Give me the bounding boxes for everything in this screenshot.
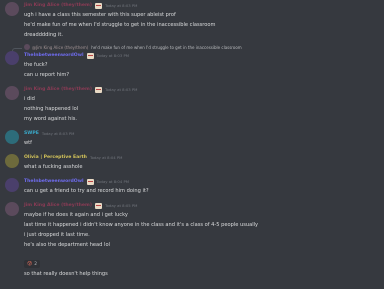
avatar[interactable] [5, 178, 19, 192]
avatar[interactable] [5, 2, 19, 16]
message-group: Jim King Alice (they/them) Today at 8:03… [0, 1, 384, 40]
message-timestamp: Today at 8:03 PM [104, 3, 138, 8]
message-text: last time it happened i didn't know anyo… [24, 222, 259, 228]
message-timestamp: Today at 8:03 PM [96, 53, 130, 58]
pronoun-badge-icon [94, 86, 102, 93]
message-text: my word against his. [24, 116, 78, 122]
pronoun-badge-icon [94, 202, 102, 209]
message-text: i just dropped it last time. [24, 232, 90, 238]
message-group: @Jim King Alice (they/them) he'd make fu… [0, 43, 384, 80]
message-header: Jim King Alice (they/them) Today at 8:03… [24, 85, 384, 94]
message-text: wtf [24, 140, 32, 146]
message-timestamp: Today at 8:05 PM [104, 203, 138, 208]
pronoun-badge-icon [94, 2, 102, 9]
message-timestamp: Today at 8:03 PM [41, 131, 75, 136]
message-text: so that really doesn't help things [24, 271, 108, 277]
message-author[interactable]: Jim King Alice (they/them) [24, 201, 92, 210]
avatar[interactable] [5, 51, 19, 65]
message-header: Jim King Alice (they/them) Today at 8:03… [24, 1, 384, 10]
message-author[interactable]: TheInbetweenwordOwl [24, 51, 84, 60]
message-header: Olivia | Perceptive Earth Today at 8:04 … [24, 153, 384, 162]
message-text: can u get a friend to try and record him… [24, 188, 149, 194]
message-header: TheInbetweenwordOwl Today at 8:03 PM [24, 51, 384, 60]
message-group: Jim King Alice (they/them) Today at 8:05… [0, 201, 384, 279]
message-group: TheInbetweenwordOwl Today at 8:04 PM can… [0, 177, 384, 196]
message-timestamp: Today at 8:04 PM [89, 155, 123, 160]
pronoun-badge-icon [86, 178, 94, 185]
message-author[interactable]: Jim King Alice (they/them) [24, 1, 92, 10]
reply-text[interactable]: he'd make fun of me when I'd struggle to… [91, 45, 241, 50]
message-group: Olivia | Perceptive Earth Today at 8:04 … [0, 153, 384, 172]
reply-preview[interactable]: @Jim King Alice (they/them) he'd make fu… [0, 43, 384, 55]
avatar[interactable] [5, 86, 19, 100]
message-text: he's also the department head lol [24, 242, 110, 248]
message-text: maybe if he does it again and i get luck… [24, 212, 128, 218]
message-text: what a fucking asshole [24, 164, 83, 170]
chat-message-list: Jim King Alice (they/them) Today at 8:03… [0, 0, 384, 279]
message-header: TheInbetweenwordOwl Today at 8:04 PM [24, 177, 384, 186]
message-timestamp: Today at 8:04 PM [96, 179, 130, 184]
anxious-face-emoji-icon: 😰 [27, 261, 33, 267]
message-text: ugh i have a class this semester with th… [24, 12, 176, 18]
message-text: the fuck? [24, 62, 48, 68]
message-text: he'd make fun of me when I'd struggle to… [24, 22, 216, 28]
message-author[interactable]: Olivia | Perceptive Earth [24, 153, 87, 162]
message-author[interactable]: Jim King Alice (they/them) [24, 85, 92, 94]
message-author[interactable]: TheInbetweenwordOwl [24, 177, 84, 186]
message-timestamp: Today at 8:03 PM [104, 87, 138, 92]
message-author[interactable]: SWPE [24, 129, 39, 138]
pronoun-badge-icon [86, 52, 94, 59]
avatar[interactable] [5, 202, 19, 216]
reply-avatar [24, 44, 30, 50]
message-text: can u report him? [24, 72, 70, 78]
reply-author[interactable]: @Jim King Alice (they/them) [32, 45, 88, 50]
reaction-button[interactable]: 😰 2 [24, 260, 41, 268]
message-header: Jim King Alice (they/them) Today at 8:05… [24, 201, 384, 210]
message-group: SWPE Today at 8:03 PM wtf [0, 129, 384, 148]
message-body: TheInbetweenwordOwl Today at 8:03 PM the… [0, 51, 384, 80]
message-text: nothing happened lol [24, 106, 79, 112]
avatar[interactable] [5, 154, 19, 168]
avatar[interactable] [5, 130, 19, 144]
message-group: Jim King Alice (they/them) Today at 8:03… [0, 85, 384, 124]
message-text: dreadddding it. [24, 32, 63, 38]
message-header: SWPE Today at 8:03 PM [24, 129, 384, 138]
message-text: i did [24, 96, 35, 102]
reaction-count: 2 [34, 261, 38, 267]
